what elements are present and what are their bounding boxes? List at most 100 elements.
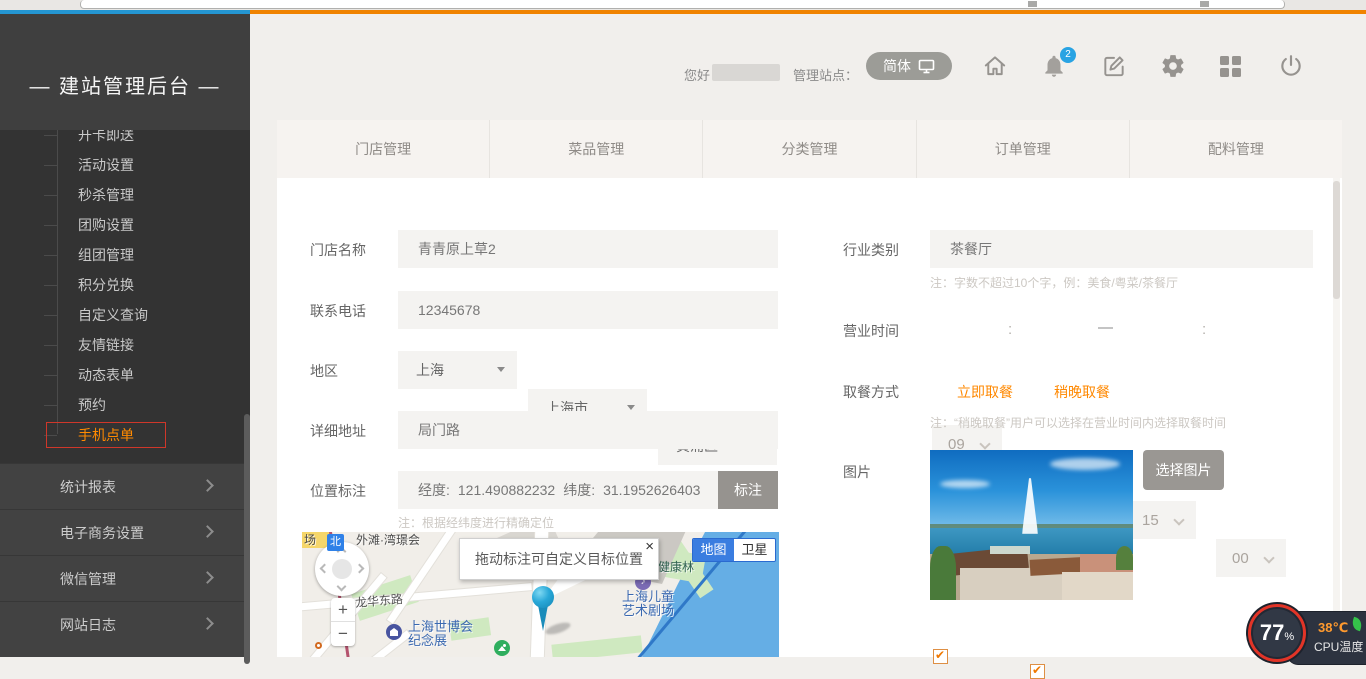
time-colon: : — [1202, 321, 1206, 338]
map-pin-tail — [538, 605, 548, 631]
sidebar-item-jifenduihuan[interactable]: 积分兑换 — [0, 270, 250, 300]
sidebar-title: — 建站管理后台 — — [0, 14, 250, 130]
time-colon: : — [1008, 321, 1012, 338]
lat-label: 纬度: — [563, 480, 595, 500]
tooltip-text: 拖动标注可自定义目标位置 — [475, 549, 643, 569]
hours-label: 营业时间 — [843, 321, 899, 341]
sidebar-section-weixinguanli[interactable]: 微信管理 — [0, 555, 250, 601]
province-select[interactable]: 上海 — [398, 351, 517, 389]
map-tooltip: 拖动标注可自定义目标位置 × — [459, 538, 659, 580]
zoom-out-button[interactable]: − — [331, 622, 355, 646]
sidebar-section-dianzishangwu[interactable]: 电子商务设置 — [0, 509, 250, 555]
dropdown-arrow-icon — [627, 405, 635, 410]
region-label: 地区 — [310, 361, 338, 381]
pickup-later-checkbox[interactable] — [1030, 664, 1045, 679]
pan-right-icon[interactable] — [355, 564, 365, 574]
mark-location-button[interactable]: 标注 — [718, 471, 778, 509]
apps-grid-icon[interactable] — [1220, 56, 1241, 77]
tab-dish-management[interactable]: 菜品管理 — [490, 120, 703, 178]
gear-icon[interactable] — [1160, 53, 1186, 79]
browser-icon-fragment — [1028, 1, 1037, 7]
sidebar-item-dongtaibiaodan[interactable]: 动态表单 — [0, 360, 250, 390]
dropdown-arrow-icon — [497, 367, 505, 372]
phone-input[interactable]: 12345678 — [398, 291, 778, 329]
cpu-temp-widget[interactable]: 38℃ CPU温度 77 % — [1248, 604, 1366, 668]
pickup-now-label[interactable]: 立即取餐 — [957, 382, 1013, 402]
home-icon[interactable] — [982, 53, 1008, 79]
power-icon[interactable] — [1278, 53, 1304, 79]
sidebar-item-yuyue[interactable]: 预约 — [0, 390, 250, 420]
cpu-percent-value: 77 — [1260, 620, 1284, 646]
store-photo — [930, 450, 1133, 600]
sidebar-scrollbar[interactable] — [244, 414, 250, 664]
choose-image-button[interactable]: 选择图片 — [1143, 450, 1224, 490]
map-label-health-forest: 健康林 — [658, 560, 694, 574]
map-label-chang: 场 — [304, 533, 316, 547]
location-note: 注：根据经纬度进行精确定位 — [398, 514, 554, 531]
museum-poi-icon — [386, 624, 402, 640]
address-label: 详细地址 — [310, 421, 366, 441]
lng-value: 121.490882232 — [458, 482, 555, 498]
module-tabbar: 门店管理 菜品管理 分类管理 订单管理 配料管理 — [277, 120, 1342, 178]
cpu-percent-unit: % — [1284, 631, 1294, 643]
sidebar-item-miaoshaguanli[interactable]: 秒杀管理 — [0, 180, 250, 210]
greeting-text: 您好 — [684, 65, 710, 84]
sidebar: — 建站管理后台 — 开卡即送 活动设置 秒杀管理 团购设置 组团管理 积分兑换… — [0, 14, 250, 657]
sidebar-item-zutuanguanli[interactable]: 组团管理 — [0, 240, 250, 270]
map-widget[interactable]: 场 外滩·湾璟会 健康林 龙华东路 上海儿童 艺术剧场 上海世博会 纪念展 ♪ — [302, 532, 779, 657]
map-type-button[interactable]: 地图 — [693, 539, 734, 561]
sidebar-item-youqinglianjie[interactable]: 友情链接 — [0, 330, 250, 360]
end-minute-value: 00 — [1232, 550, 1249, 567]
zoom-in-button[interactable]: + — [331, 598, 355, 622]
app-header: 您好 管理站点： 简体 2 — [250, 14, 1366, 120]
tab-store-management[interactable]: 门店管理 — [277, 120, 490, 178]
cpu-percent-gauge[interactable]: 77 % — [1248, 604, 1306, 662]
panel-scrollbar-thumb[interactable] — [1333, 181, 1340, 299]
tab-category-management[interactable]: 分类管理 — [703, 120, 916, 178]
sidebar-item-zidingyichaxun[interactable]: 自定义查询 — [0, 300, 250, 330]
pan-left-icon[interactable] — [320, 564, 330, 574]
satellite-type-button[interactable]: 卫星 — [734, 539, 775, 561]
industry-label: 行业类别 — [843, 240, 899, 260]
sidebar-item-tuangoushezhi[interactable]: 团购设置 — [0, 210, 250, 240]
chevron-down-icon — [1173, 514, 1184, 525]
location-input[interactable]: 经度: 121.490882232 纬度: 31.1952626403 — [398, 471, 718, 509]
map-label-bund: 外滩·湾璟会 — [356, 533, 420, 547]
label-line: 艺术剧场 — [622, 603, 674, 618]
province-value: 上海 — [416, 360, 444, 380]
pickup-note: 注：“稍晚取餐”用户可以选择在营业时间内选择取餐时间 — [930, 414, 1226, 431]
end-hour-select[interactable]: 15 — [1126, 501, 1196, 539]
industry-input[interactable]: 茶餐厅 — [930, 230, 1313, 268]
browser-address-bar[interactable] — [80, 0, 1285, 9]
close-icon[interactable]: × — [645, 538, 654, 555]
map-pin[interactable] — [532, 586, 554, 608]
panel-scrollbar-track[interactable] — [1333, 178, 1340, 657]
map-dot-poi — [315, 642, 322, 649]
sidebar-item-shoujidiandan-active[interactable]: 手机点单 — [0, 420, 250, 450]
sidebar-item-huodongshezhi[interactable]: 活动设置 — [0, 150, 250, 180]
label-line: 上海世博会 — [408, 619, 473, 634]
pickup-later-label[interactable]: 稍晚取餐 — [1054, 382, 1110, 402]
manage-site-label: 管理站点： — [793, 65, 858, 84]
lat-value: 31.1952626403 — [603, 482, 700, 498]
cpu-temp-value: 38℃ — [1318, 620, 1348, 636]
address-input[interactable]: 局门路 — [398, 411, 778, 449]
chevron-right-icon — [201, 617, 214, 630]
section-label: 电子商务设置 — [60, 525, 144, 541]
label-line: 纪念展 — [408, 633, 447, 648]
language-pill-button[interactable]: 简体 — [866, 52, 952, 80]
end-minute-select[interactable]: 00 — [1216, 539, 1286, 577]
edit-icon[interactable] — [1101, 53, 1127, 79]
store-name-input[interactable]: 青青原上草2 — [398, 230, 778, 268]
sidebar-section-wangzhanrizhi[interactable]: 网站日志 — [0, 601, 250, 647]
sidebar-sections: 统计报表 电子商务设置 微信管理 网站日志 — [0, 463, 250, 657]
sidebar-section-tongjibaobiao[interactable]: 统计报表 — [0, 463, 250, 509]
end-hour-value: 15 — [1142, 512, 1159, 529]
tab-order-management[interactable]: 订单管理 — [917, 120, 1130, 178]
tab-ingredient-management[interactable]: 配料管理 — [1130, 120, 1342, 178]
pan-down-icon[interactable] — [337, 582, 347, 592]
location-label: 位置标注 — [310, 481, 366, 501]
sidebar-item-kaikajisong[interactable]: 开卡即送 — [0, 130, 250, 150]
cpu-temp-label: CPU温度 — [1314, 638, 1363, 655]
pickup-label: 取餐方式 — [843, 382, 899, 402]
